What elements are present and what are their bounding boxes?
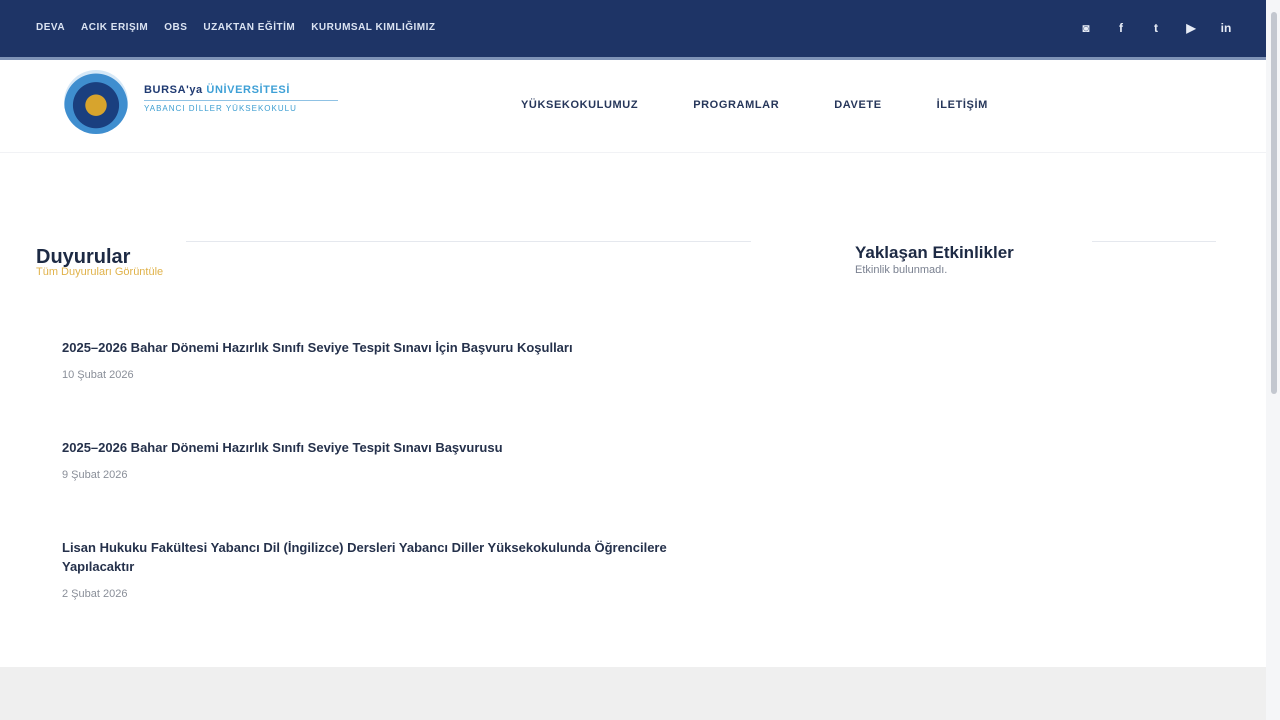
utility-link-deva[interactable]: DEVA — [36, 22, 65, 33]
page-scrollbar[interactable] — [1266, 0, 1280, 720]
instagram-icon[interactable]: ◙ — [1078, 20, 1094, 36]
announcements-title-rule — [186, 241, 751, 242]
university-brand[interactable]: BURSA'ya ÜNİVERSİTESİ YABANCI DİLLER YÜK… — [144, 84, 338, 113]
utility-link-distance-learning[interactable]: UZAKTAN EĞİTİM — [203, 22, 295, 33]
facebook-icon[interactable]: f — [1113, 20, 1129, 36]
brand-title-accent: ÜNİVERSİTESİ — [206, 84, 291, 96]
brand-title-primary: BURSA'ya — [144, 84, 203, 96]
utility-navigation: DEVA ACIK ERIŞIM OBS UZAKTAN EĞİTİM KURU… — [36, 22, 436, 33]
main-nav-school[interactable]: YÜKSEKOKULUMUZ — [521, 99, 638, 111]
announcement-title[interactable]: 2025–2026 Bahar Dönemi Hazırlık Sınıfı S… — [62, 338, 682, 357]
main-nav-contact[interactable]: İLETİŞİM — [937, 99, 988, 111]
header-divider — [0, 152, 1266, 153]
main-nav-programs[interactable]: PROGRAMLAR — [693, 99, 779, 111]
social-media-links: ◙ f t ▶ in — [1078, 20, 1234, 36]
announcement-title[interactable]: Lisan Hukuku Fakültesi Yabancı Dil (İngi… — [62, 538, 682, 576]
all-announcements-link[interactable]: Tüm Duyuruları Görüntüle — [36, 266, 163, 278]
main-navigation: YÜKSEKOKULUMUZ PROGRAMLAR DAVETE İLETİŞİ… — [521, 99, 988, 111]
youtube-icon[interactable]: ▶ — [1183, 20, 1199, 36]
utility-link-corporate-identity[interactable]: KURUMSAL KIMLIĞIMIZ — [311, 22, 435, 33]
upcoming-events-empty-message: Etkinlik bulunmadı. — [855, 264, 948, 276]
announcement-date: 2 Şubat 2026 — [62, 588, 128, 600]
utility-link-obs[interactable]: OBS — [164, 22, 187, 33]
announcement-item: Lisan Hukuku Fakültesi Yabancı Dil (İngi… — [62, 538, 682, 600]
twitter-icon[interactable]: t — [1148, 20, 1164, 36]
university-logo[interactable] — [64, 70, 128, 134]
announcement-date: 9 Şubat 2026 — [62, 469, 128, 481]
utility-link-open-access[interactable]: ACIK ERIŞIM — [81, 22, 148, 33]
announcement-title[interactable]: 2025–2026 Bahar Dönemi Hazırlık Sınıfı S… — [62, 438, 682, 457]
linkedin-icon[interactable]: in — [1218, 20, 1234, 36]
scrollbar-thumb[interactable] — [1271, 12, 1277, 394]
announcement-date: 10 Şubat 2026 — [62, 369, 134, 381]
brand-divider — [144, 100, 338, 101]
footer-band — [0, 667, 1266, 720]
announcement-item: 2025–2026 Bahar Dönemi Hazırlık Sınıfı S… — [62, 338, 682, 381]
brand-title: BURSA'ya ÜNİVERSİTESİ — [144, 84, 338, 96]
brand-subtitle: YABANCI DİLLER YÜKSEKOKULU — [144, 104, 297, 113]
top-bar-accent-line — [0, 57, 1266, 60]
announcement-item: 2025–2026 Bahar Dönemi Hazırlık Sınıfı S… — [62, 438, 682, 481]
upcoming-events-title: Yaklaşan Etkinlikler — [855, 243, 1014, 263]
main-nav-invite[interactable]: DAVETE — [834, 99, 881, 111]
upcoming-events-title-rule — [1092, 241, 1216, 242]
